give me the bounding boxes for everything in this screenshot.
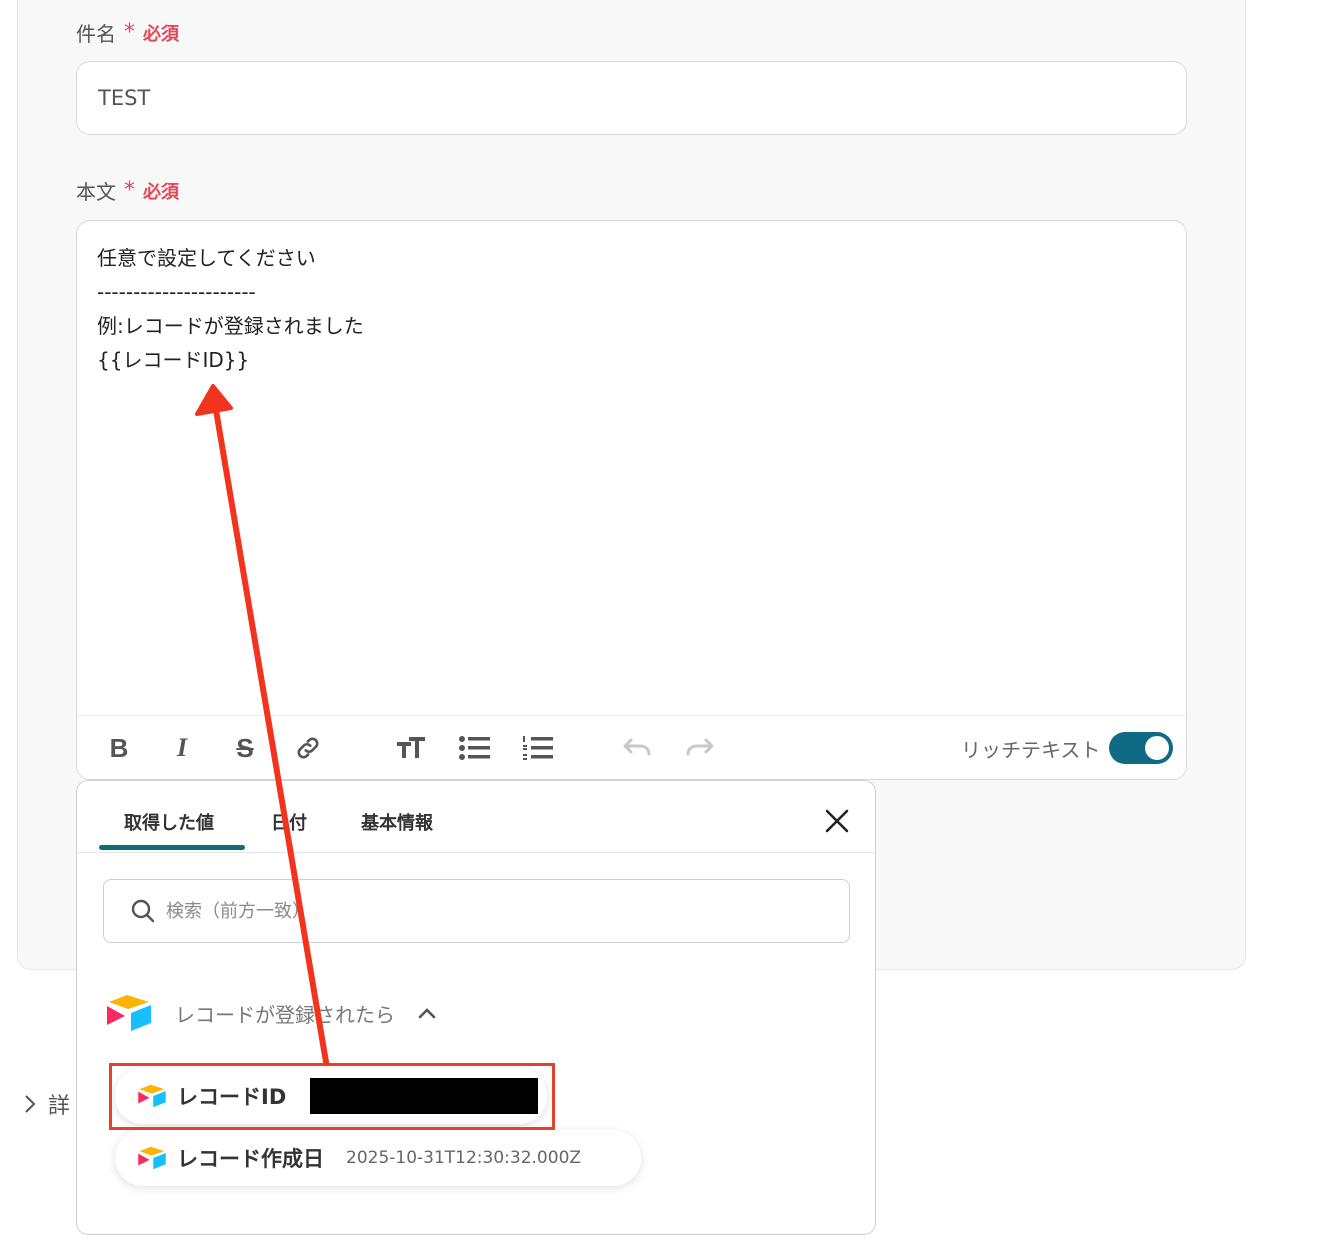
required-text: 必須 xyxy=(143,23,179,45)
close-button[interactable] xyxy=(819,803,855,839)
tab-acquired-values[interactable]: 取得した値 xyxy=(124,809,214,835)
active-tab-indicator xyxy=(99,845,245,850)
group-header[interactable]: レコードが登録されたら xyxy=(105,993,437,1033)
subject-input[interactable]: TEST xyxy=(76,61,1187,135)
text-size-icon xyxy=(397,737,425,758)
item-label: レコード作成日 xyxy=(177,1147,324,1171)
search-icon xyxy=(131,899,155,923)
subject-value: TEST xyxy=(98,86,151,110)
bold-button[interactable]: B xyxy=(99,728,139,768)
redo-button[interactable] xyxy=(680,728,720,768)
body-line: ---------------------- xyxy=(97,280,256,304)
airtable-logo-icon xyxy=(107,995,151,1031)
body-line: {{レコードID}} xyxy=(97,348,250,372)
chevron-right-icon xyxy=(25,1095,36,1113)
italic-button[interactable]: I xyxy=(162,728,202,768)
search-input[interactable] xyxy=(166,900,766,922)
link-button[interactable] xyxy=(288,728,328,768)
body-text[interactable]: 任意で設定してください ---------------------- 例:レコー… xyxy=(97,241,364,377)
required-star: * xyxy=(124,178,135,203)
body-line: 例:レコードが登録されました xyxy=(97,314,364,338)
chevron-up-icon xyxy=(418,1008,436,1019)
tab-date[interactable]: 日付 xyxy=(271,809,307,835)
editor-toolbar: B I S リッチテキスト xyxy=(77,715,1186,779)
group-title: レコードが登録されたら xyxy=(175,1002,395,1027)
body-editor[interactable]: 任意で設定してください ---------------------- 例:レコー… xyxy=(76,220,1187,780)
required-text: 必須 xyxy=(143,181,179,203)
undo-icon xyxy=(623,738,651,756)
undo-button[interactable] xyxy=(617,728,657,768)
close-icon xyxy=(825,809,849,833)
link-icon xyxy=(297,737,319,759)
details-toggle[interactable]: 詳 xyxy=(22,1088,70,1120)
popup-tabs: 取得した値 日付 基本情報 xyxy=(77,781,875,853)
value-picker-popup: 取得した値 日付 基本情報 レコードが登録されたら xyxy=(76,780,876,1235)
strikethrough-button[interactable]: S xyxy=(225,728,265,768)
toggle-knob xyxy=(1145,736,1169,760)
body-label: 本文 * 必須 xyxy=(76,176,179,205)
details-label: 詳 xyxy=(48,1094,71,1119)
search-box xyxy=(103,879,850,943)
text-size-button[interactable] xyxy=(391,728,431,768)
subject-label: 件名 * 必須 xyxy=(76,18,179,47)
list-item-record-created[interactable]: レコード作成日 2025-10-31T12:30:32.000Z xyxy=(115,1130,641,1186)
numbered-list-icon xyxy=(523,736,553,760)
item-value: 2025-10-31T12:30:32.000Z xyxy=(346,1148,582,1168)
required-star: * xyxy=(124,20,135,45)
bullet-list-button[interactable] xyxy=(454,728,494,768)
redo-icon xyxy=(686,738,714,756)
bullet-list-icon xyxy=(459,736,490,760)
airtable-logo-icon xyxy=(138,1146,166,1170)
body-line: 任意で設定してください xyxy=(97,246,316,270)
body-label-text: 本文 xyxy=(76,180,116,204)
tab-basic-info[interactable]: 基本情報 xyxy=(361,809,433,835)
annotation-highlight-box xyxy=(109,1063,555,1130)
subject-label-text: 件名 xyxy=(76,22,116,46)
numbered-list-button[interactable] xyxy=(517,728,557,768)
rich-text-label: リッチテキスト xyxy=(961,738,1101,762)
rich-text-toggle[interactable] xyxy=(1109,732,1173,764)
